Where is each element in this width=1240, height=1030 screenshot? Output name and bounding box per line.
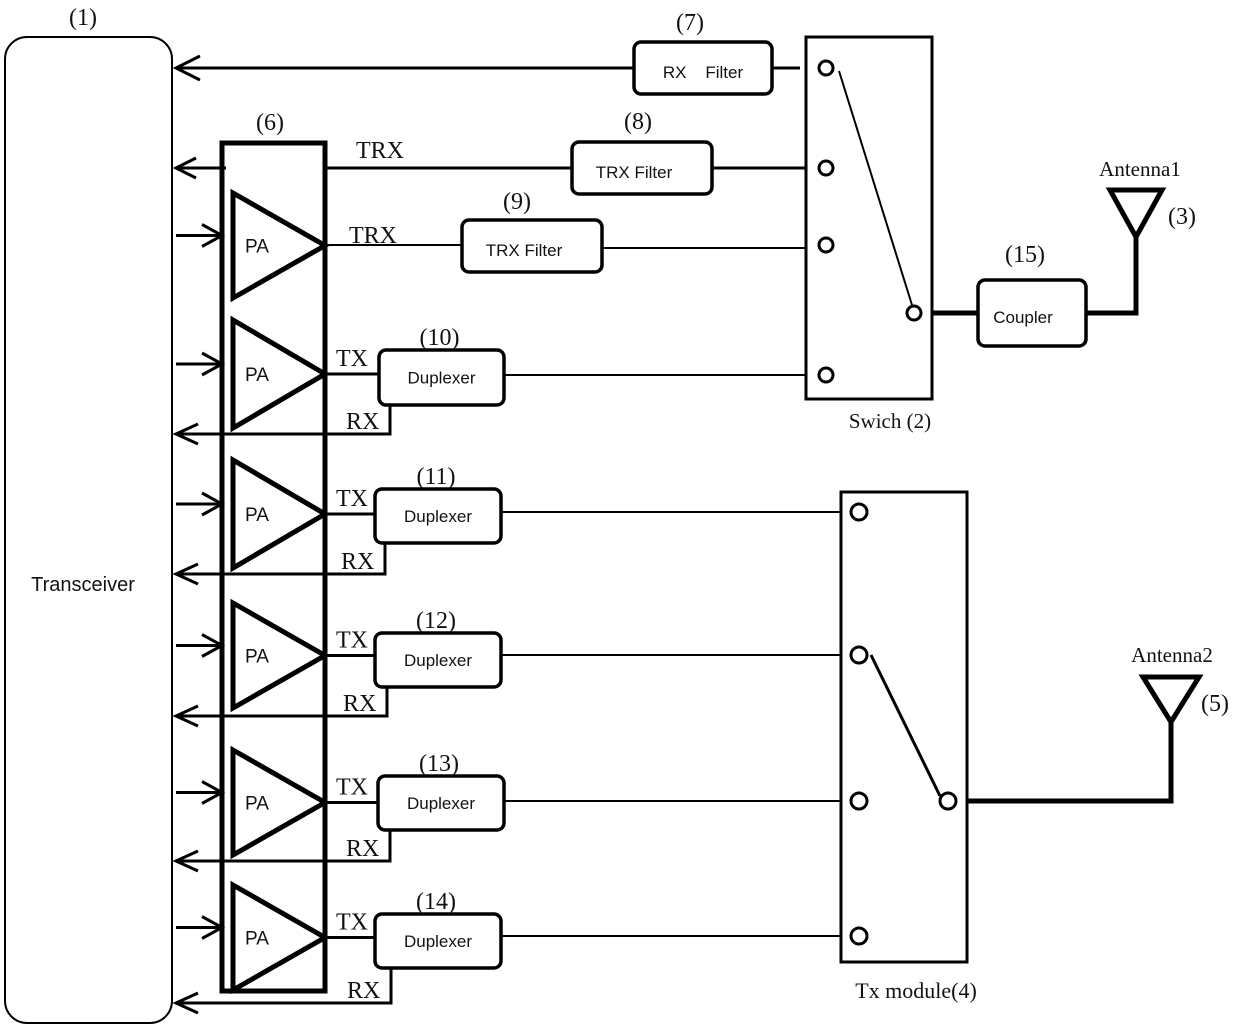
pa-module: (6) — [219, 110, 328, 994]
tx-module-port-1 — [849, 502, 869, 522]
rx-label: RX — [341, 549, 374, 575]
duplexer-label: Duplexer — [404, 932, 472, 951]
trx-filter-8-ref: (8) — [624, 109, 652, 135]
antenna2-path — [967, 722, 1174, 804]
pa-amplifier: PA — [176, 598, 331, 713]
pa-amplifier: PA — [176, 188, 331, 303]
duplexer-label: Duplexer — [407, 369, 475, 388]
duplexer-label: Duplexer — [404, 651, 472, 670]
tx-label: TX — [336, 486, 368, 512]
coupler-15: (15) Coupler — [976, 242, 1088, 348]
rx-label: RX — [346, 409, 379, 435]
tx-module-switch-arm — [869, 654, 942, 797]
antenna1-label: Antenna1 — [1099, 157, 1181, 181]
trx-label-lower: TRX — [349, 223, 397, 249]
pa-label: PA — [245, 237, 269, 258]
trx-filter-8: (8) TRX Filter — [570, 109, 714, 196]
pa-label: PA — [245, 505, 269, 526]
tx-label: TX — [336, 775, 368, 801]
antenna2-icon — [1138, 674, 1204, 727]
antenna1-ref: (3) — [1168, 204, 1196, 230]
pa-amplifier: PA — [176, 880, 331, 995]
pa-amplifiers: PA PA PA PA PA PA — [176, 188, 331, 995]
switch-port-common — [905, 304, 923, 322]
tx-label: TX — [336, 628, 368, 654]
tx-label: TX — [336, 346, 368, 372]
transceiver-label: Transceiver — [31, 574, 135, 596]
antenna2-ref: (5) — [1201, 691, 1229, 717]
pa-module-ref: (6) — [256, 110, 284, 136]
coupler-ref: (15) — [1005, 242, 1045, 268]
duplexer-ref: (14) — [416, 889, 456, 915]
tx-module-port-4 — [849, 926, 869, 946]
rx-label: RX — [346, 836, 379, 862]
antenna1: Antenna1 (3) — [1099, 157, 1196, 243]
switch-port-3 — [817, 236, 835, 254]
rx-filter-7: (7) RX Filter — [632, 10, 774, 96]
switch-2: Swich (2) — [804, 35, 934, 433]
antenna2: Antenna2 (5) — [1131, 643, 1229, 727]
duplexer-ref: (12) — [416, 608, 456, 634]
duplexer-11: Duplexer (11) TX RX — [172, 464, 841, 586]
rf-front-end-diagram: (1) Transceiver (7) RX Filter (6) TRX (8… — [4, 5, 1229, 1024]
duplexer-ref: (13) — [419, 751, 459, 777]
rx-filter-ref: (7) — [676, 10, 704, 36]
switch-label: Swich (2) — [849, 409, 931, 433]
pa-amplifier: PA — [176, 745, 331, 860]
pa-amplifier: PA — [176, 315, 330, 433]
transceiver-ref: (1) — [69, 5, 97, 31]
pa-label: PA — [245, 929, 269, 950]
pa-label: PA — [245, 365, 269, 386]
tx-module-4: Tx module(4) — [839, 490, 977, 1003]
pa-label: PA — [245, 794, 269, 815]
trx-filter-9-ref: (9) — [503, 189, 531, 215]
trx-label-upper: TRX — [356, 138, 404, 164]
duplexer-ref: (10) — [420, 325, 460, 351]
duplexer-label: Duplexer — [404, 507, 472, 526]
rx-filter-label: RX Filter — [663, 63, 744, 82]
switch-port-4 — [817, 366, 835, 384]
tx-module-label: Tx module(4) — [855, 978, 977, 1003]
tx-label: TX — [336, 910, 368, 936]
tx-module-port-3 — [849, 791, 869, 811]
duplexer-13: Duplexer (13) TX RX — [172, 751, 841, 873]
antenna1-icon — [1105, 187, 1167, 243]
antenna2-label: Antenna2 — [1131, 643, 1213, 667]
coupler-label: Coupler — [993, 308, 1053, 327]
pa-label: PA — [245, 647, 269, 668]
switch-port-2 — [817, 159, 835, 177]
tx-module-port-common — [938, 791, 958, 811]
switch-arm — [838, 70, 913, 306]
duplexer-ref: (11) — [416, 464, 455, 490]
trx-filter-8-label: TRX Filter — [596, 163, 673, 182]
trx-filter-9: (9) TRX Filter — [460, 189, 604, 274]
tx-module-port-2 — [849, 645, 869, 665]
transceiver-block: (1) Transceiver — [4, 5, 173, 1024]
rx-label: RX — [343, 691, 376, 717]
trx-filter-9-label: TRX Filter — [486, 241, 563, 260]
switch-port-1 — [817, 59, 835, 77]
duplexer-label: Duplexer — [407, 794, 475, 813]
rx-label: RX — [347, 978, 380, 1004]
pa-amplifier: PA — [176, 455, 330, 573]
